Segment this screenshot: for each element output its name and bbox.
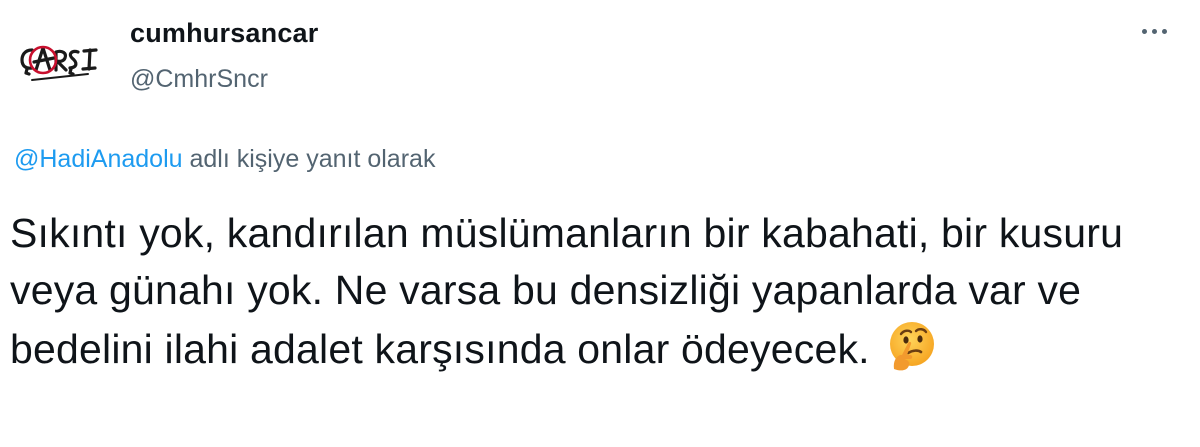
author-handle[interactable]: @CmhrSncr [130, 64, 318, 94]
carsi-logo-icon [20, 45, 98, 81]
reply-context: @HadiAnadolu adlı kişiye yanıt olarak [14, 143, 435, 175]
more-options-icon-dot [1161, 28, 1167, 34]
tweet: cumhursancar @CmhrSncr @HadiAnadolu adlı… [0, 0, 1200, 447]
author-display-name[interactable]: cumhursancar [130, 16, 318, 50]
more-options-button[interactable] [1136, 16, 1172, 46]
avatar[interactable] [10, 12, 104, 106]
reply-context-label: adlı kişiye yanıt olarak [182, 145, 436, 173]
tweet-body: Sıkıntı yok, kandırılan müslümanların bi… [10, 210, 1124, 372]
tweet-text: Sıkıntı yok, kandırılan müslümanların bi… [10, 205, 1180, 378]
thinking-face-emoji [889, 322, 934, 371]
user-block: cumhursancar @CmhrSncr [130, 16, 318, 94]
reply-mention-link[interactable]: @HadiAnadolu [14, 145, 183, 173]
more-options-icon [1141, 28, 1147, 34]
more-options-icon-dot [1151, 28, 1157, 34]
